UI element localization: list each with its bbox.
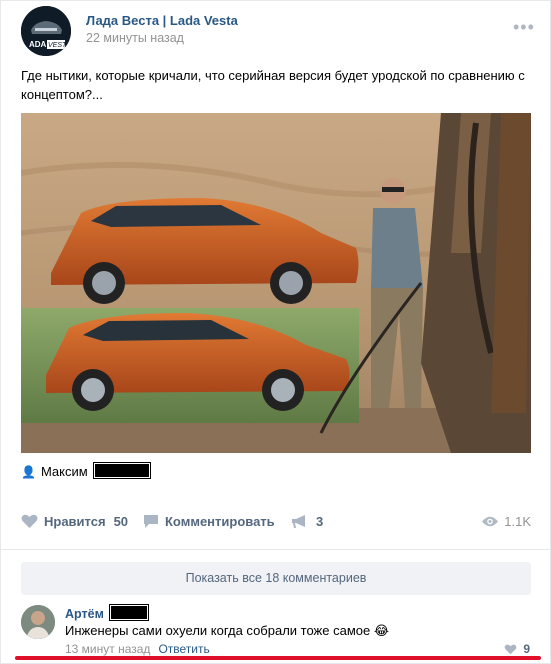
user-icon: 👤 xyxy=(21,465,36,479)
comment-avatar[interactable] xyxy=(21,605,55,639)
comment-time[interactable]: 13 минут назад xyxy=(65,642,150,656)
lada-vesta-logo-icon: ADA VESTA xyxy=(21,6,71,56)
like-label: Нравится xyxy=(44,514,106,529)
post-text: Где нытики, которые кричали, что серийна… xyxy=(21,68,525,102)
comment-like-count: 9 xyxy=(523,642,530,656)
photo-credit[interactable]: 👤 Максим xyxy=(21,462,151,479)
comment-text: Инженеры сами охуели когда собрали тоже … xyxy=(65,623,390,638)
views-counter: 1.1K xyxy=(482,514,531,529)
comment-meta: 13 минут назад Ответить xyxy=(65,642,210,656)
heart-icon xyxy=(504,644,517,654)
post-author-link[interactable]: Лада Веста | Lada Vesta xyxy=(86,13,238,28)
more-dots-icon[interactable]: ••• xyxy=(513,17,535,38)
eye-icon xyxy=(482,516,499,527)
comment-like-button[interactable]: 9 xyxy=(504,642,530,656)
redacted-box xyxy=(92,462,151,479)
wall-post: ADA VESTA Лада Веста | Lada Vesta 22 мин… xyxy=(0,0,551,664)
red-underline-mark xyxy=(15,656,541,660)
reply-link[interactable]: Ответить xyxy=(158,642,209,656)
credit-name: Максим xyxy=(40,464,88,479)
post-photo[interactable] xyxy=(21,113,531,453)
svg-text:VESTA: VESTA xyxy=(48,42,71,49)
views-count: 1.1K xyxy=(504,514,531,529)
share-button[interactable]: 3 xyxy=(291,514,323,529)
redacted-box xyxy=(108,604,149,621)
comment-button[interactable]: Комментировать xyxy=(143,514,275,529)
comment-author-name: Артём xyxy=(65,607,104,621)
comment-author-link[interactable]: Артём xyxy=(65,604,149,621)
show-all-comments-button[interactable]: Показать все 18 комментариев xyxy=(21,562,531,595)
share-count: 3 xyxy=(316,514,324,529)
like-count: 50 xyxy=(113,514,129,529)
post-time[interactable]: 22 минуты назад xyxy=(86,31,184,45)
divider xyxy=(1,549,551,550)
heart-icon xyxy=(21,514,38,528)
like-button[interactable]: Нравится 50 xyxy=(21,514,128,529)
share-megaphone-icon xyxy=(292,515,305,528)
comment-icon xyxy=(144,515,158,528)
community-avatar[interactable]: ADA VESTA xyxy=(21,6,71,56)
svg-text:ADA: ADA xyxy=(29,40,47,49)
comment-label: Комментировать xyxy=(165,514,275,529)
post-actions: Нравится 50 Комментировать 3 1.1K xyxy=(21,514,531,534)
